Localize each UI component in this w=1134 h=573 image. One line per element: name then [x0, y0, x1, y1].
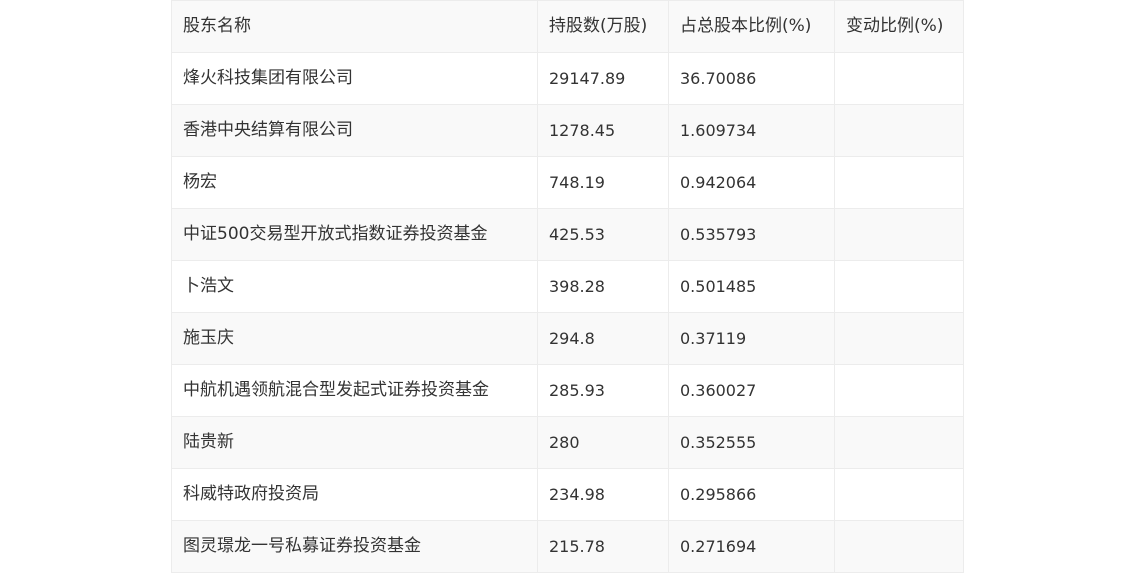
shareholder-name: 卜浩文 [171, 260, 538, 313]
shares-held: 29147.89 [537, 52, 669, 105]
share-ratio: 0.295866 [668, 468, 835, 521]
shares-held: 425.53 [537, 208, 669, 261]
share-ratio: 0.942064 [668, 156, 835, 209]
share-ratio: 0.271694 [668, 520, 835, 573]
shareholder-name: 香港中央结算有限公司 [171, 104, 538, 157]
shares-held: 234.98 [537, 468, 669, 521]
shareholder-table: 股东名称 持股数(万股) 占总股本比例(%) 变动比例(%) 烽火科技集团有限公… [171, 0, 964, 573]
table-row: 科威特政府投资局 234.98 0.295866 [171, 468, 964, 521]
shareholder-name: 杨宏 [171, 156, 538, 209]
table-row: 卜浩文 398.28 0.501485 [171, 260, 964, 313]
header-shares-held: 持股数(万股) [537, 0, 669, 53]
change-ratio [834, 416, 964, 469]
table-row: 杨宏 748.19 0.942064 [171, 156, 964, 209]
table-header: 股东名称 持股数(万股) 占总股本比例(%) 变动比例(%) [171, 0, 964, 53]
table-row: 中航机遇领航混合型发起式证券投资基金 285.93 0.360027 [171, 364, 964, 417]
table-row: 图灵璟龙一号私募证券投资基金 215.78 0.271694 [171, 520, 964, 573]
shareholder-name: 中证500交易型开放式指数证券投资基金 [171, 208, 538, 261]
shareholder-name: 科威特政府投资局 [171, 468, 538, 521]
share-ratio: 0.501485 [668, 260, 835, 313]
share-ratio: 1.609734 [668, 104, 835, 157]
share-ratio: 0.37119 [668, 312, 835, 365]
shareholder-name: 陆贵新 [171, 416, 538, 469]
table-row: 中证500交易型开放式指数证券投资基金 425.53 0.535793 [171, 208, 964, 261]
shares-held: 294.8 [537, 312, 669, 365]
shareholder-name: 烽火科技集团有限公司 [171, 52, 538, 105]
table-row: 香港中央结算有限公司 1278.45 1.609734 [171, 104, 964, 157]
table-row: 施玉庆 294.8 0.37119 [171, 312, 964, 365]
table-body: 烽火科技集团有限公司 29147.89 36.70086 香港中央结算有限公司 … [171, 52, 964, 573]
share-ratio: 0.360027 [668, 364, 835, 417]
shareholder-name: 施玉庆 [171, 312, 538, 365]
header-row: 股东名称 持股数(万股) 占总股本比例(%) 变动比例(%) [171, 0, 964, 53]
change-ratio [834, 52, 964, 105]
shareholder-name: 中航机遇领航混合型发起式证券投资基金 [171, 364, 538, 417]
shares-held: 285.93 [537, 364, 669, 417]
shareholder-table-container: 股东名称 持股数(万股) 占总股本比例(%) 变动比例(%) 烽火科技集团有限公… [171, 0, 964, 573]
table-row: 陆贵新 280 0.352555 [171, 416, 964, 469]
header-change-ratio: 变动比例(%) [834, 0, 964, 53]
table-row: 烽火科技集团有限公司 29147.89 36.70086 [171, 52, 964, 105]
share-ratio: 0.352555 [668, 416, 835, 469]
change-ratio [834, 312, 964, 365]
change-ratio [834, 156, 964, 209]
shareholder-name: 图灵璟龙一号私募证券投资基金 [171, 520, 538, 573]
shares-held: 748.19 [537, 156, 669, 209]
shares-held: 280 [537, 416, 669, 469]
share-ratio: 0.535793 [668, 208, 835, 261]
header-share-ratio: 占总股本比例(%) [668, 0, 835, 53]
shares-held: 1278.45 [537, 104, 669, 157]
share-ratio: 36.70086 [668, 52, 835, 105]
header-shareholder-name: 股东名称 [171, 0, 538, 53]
change-ratio [834, 104, 964, 157]
shares-held: 398.28 [537, 260, 669, 313]
change-ratio [834, 520, 964, 573]
shares-held: 215.78 [537, 520, 669, 573]
change-ratio [834, 364, 964, 417]
change-ratio [834, 468, 964, 521]
change-ratio [834, 208, 964, 261]
change-ratio [834, 260, 964, 313]
